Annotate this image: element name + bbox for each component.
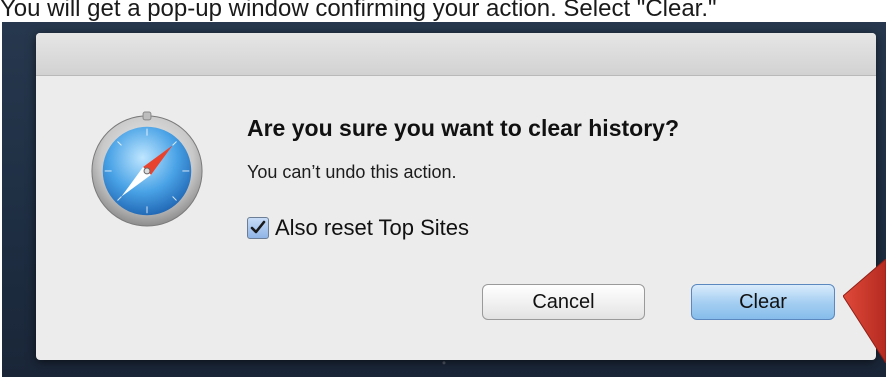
dialog-title: Are you sure you want to clear history? bbox=[247, 115, 679, 141]
cancel-button[interactable]: Cancel bbox=[482, 284, 645, 320]
reset-top-sites-option[interactable]: Also reset Top Sites bbox=[247, 213, 469, 243]
reset-top-sites-checkbox[interactable] bbox=[247, 217, 269, 239]
safari-compass-icon bbox=[91, 111, 203, 227]
checkmark-icon bbox=[250, 220, 266, 234]
reset-top-sites-label[interactable]: Also reset Top Sites bbox=[275, 215, 469, 241]
pointer-arrow-icon bbox=[843, 259, 886, 363]
clear-history-dialog: Are you sure you want to clear history? … bbox=[36, 33, 876, 360]
dialog-titlebar bbox=[36, 33, 876, 76]
dialog-message: You can’t undo this action. bbox=[247, 162, 457, 182]
instruction-caption: You will get a pop-up window confirming … bbox=[0, 0, 717, 22]
clear-button[interactable]: Clear bbox=[691, 284, 835, 320]
